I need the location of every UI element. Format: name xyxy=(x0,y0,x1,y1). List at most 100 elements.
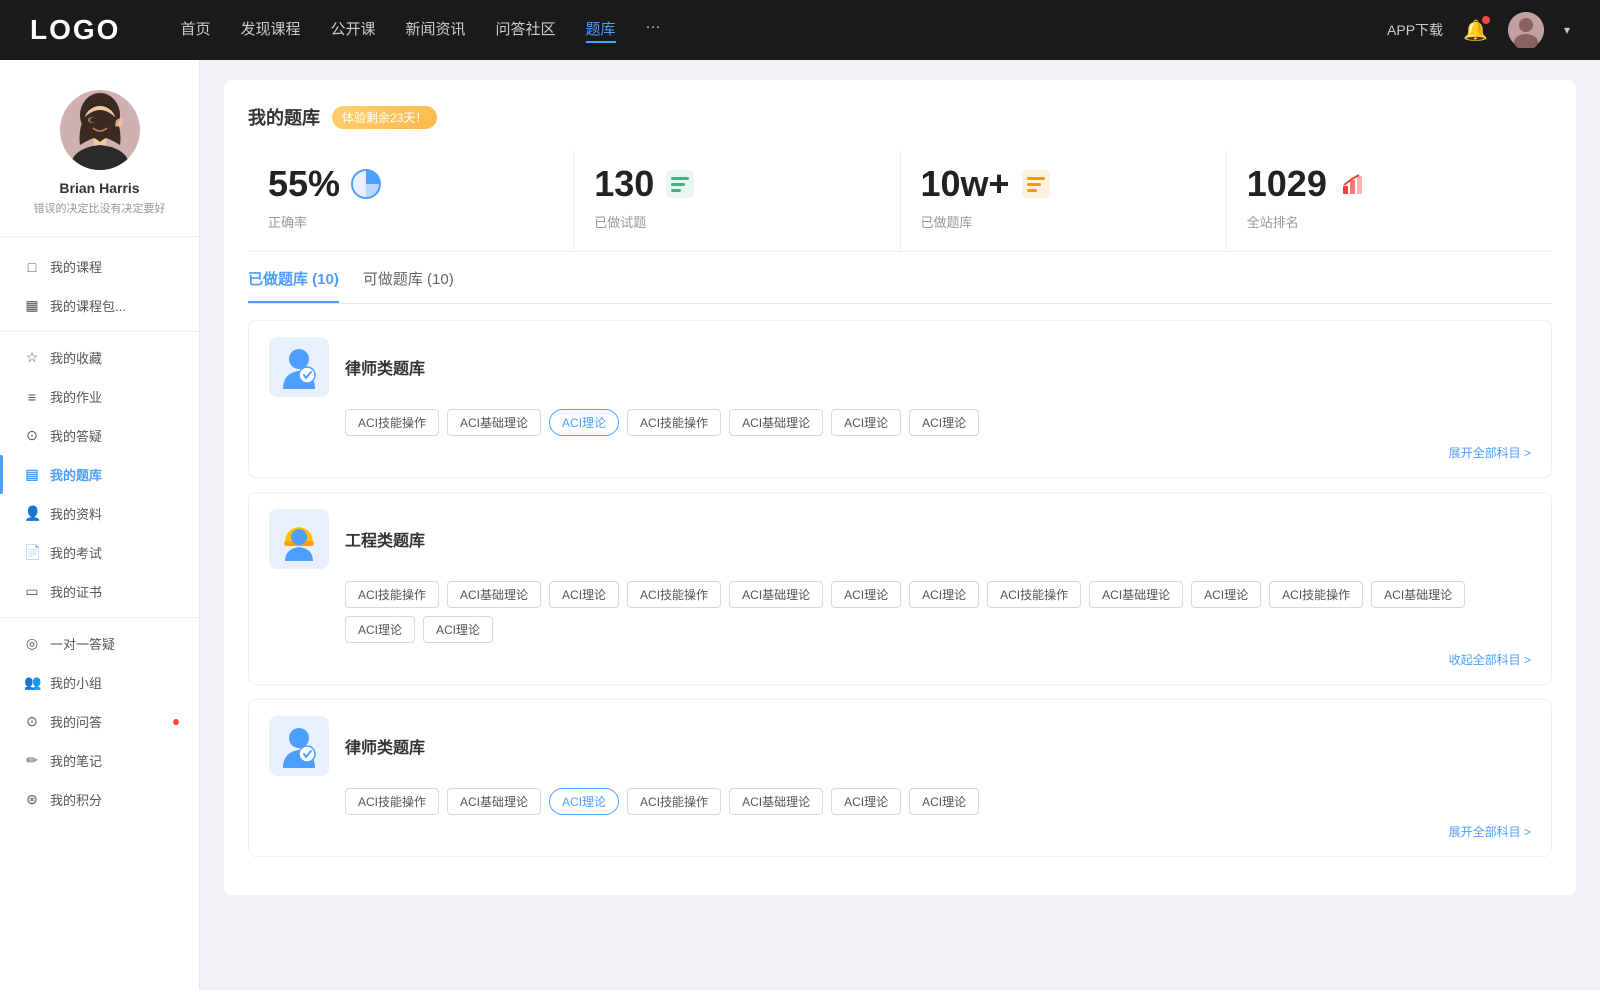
bank-item-2-tags: ACI技能操作 ACI基础理论 ACI理论 ACI技能操作 ACI基础理论 ACI理论 AC… xyxy=(345,581,1531,643)
nav-qa[interactable]: 问答社区 xyxy=(496,18,556,43)
favorites-icon: ☆ xyxy=(24,349,40,366)
bank-tag-1-6[interactable]: ACI理论 xyxy=(909,581,979,608)
main-content: 我的题库 体验剩余23天！ 55% 正确率 xyxy=(200,60,1600,990)
bank-tag-0-0[interactable]: ACI技能操作 xyxy=(345,409,439,436)
sidebar-item-certificate[interactable]: ▭ 我的证书 xyxy=(0,572,199,611)
sidebar-item-group[interactable]: 👥 我的小组 xyxy=(0,663,199,702)
nav-discover[interactable]: 发现课程 xyxy=(240,18,300,43)
sidebar-label-courses: 我的课程 xyxy=(50,257,102,276)
tab-available[interactable]: 可做题库 (10) xyxy=(363,268,454,303)
bank-tag-1-11[interactable]: ACI基础理论 xyxy=(1371,581,1465,608)
nav-news[interactable]: 新闻资讯 xyxy=(406,18,466,43)
bank-tag-2-1[interactable]: ACI基础理论 xyxy=(447,788,541,815)
bank-tag-1-10[interactable]: ACI技能操作 xyxy=(1269,581,1363,608)
bank-tag-1-13[interactable]: ACI理论 xyxy=(423,616,493,643)
nav-open-course[interactable]: 公开课 xyxy=(330,18,375,43)
sidebar-label-bank: 我的题库 xyxy=(50,465,102,484)
bank-tag-1-2[interactable]: ACI理论 xyxy=(549,581,619,608)
bank-tag-1-4[interactable]: ACI基础理论 xyxy=(729,581,823,608)
nav-more[interactable]: ··· xyxy=(646,18,661,43)
user-dropdown-icon[interactable]: ▾ xyxy=(1564,23,1570,37)
bank-item-1-title: 律师类题库 xyxy=(345,355,425,379)
profile-icon: 👤 xyxy=(24,505,40,522)
sidebar-item-profile[interactable]: 👤 我的资料 xyxy=(0,494,199,533)
stat-banks-done: 10w+ 已做题库 xyxy=(901,150,1227,251)
group-icon: 👥 xyxy=(24,674,40,691)
avatar-image xyxy=(1508,12,1544,48)
bank-tag-0-6[interactable]: ACI理论 xyxy=(909,409,979,436)
sidebar-item-exam[interactable]: 📄 我的考试 xyxy=(0,533,199,572)
sidebar-item-points[interactable]: ⊛ 我的积分 xyxy=(0,780,199,819)
bank-item-3-tags: ACI技能操作 ACI基础理论 ACI理论 ACI技能操作 ACI基础理论 ACI理论 AC… xyxy=(345,788,1531,815)
bank-tag-1-7[interactable]: ACI技能操作 xyxy=(987,581,1081,608)
qa-icon: ⊙ xyxy=(24,427,40,444)
profile-avatar-image xyxy=(60,90,140,170)
bank-item-2-expand[interactable]: 收起全部科目 > xyxy=(269,651,1531,668)
navbar: LOGO 首页 发现课程 公开课 新闻资讯 问答社区 题库 ··· APP下载 … xyxy=(0,0,1600,60)
bank-tag-2-3[interactable]: ACI技能操作 xyxy=(627,788,721,815)
sidebar-item-questions[interactable]: ⊙ 我的问答 xyxy=(0,702,199,741)
bank-item-1-tags: ACI技能操作 ACI基础理论 ACI理论 ACI技能操作 ACI基础理论 ACI理论 AC… xyxy=(345,409,1531,436)
sidebar-item-bank[interactable]: ▤ 我的题库 xyxy=(0,455,199,494)
stat-correct-value: 55% xyxy=(268,166,340,202)
sidebar-label-course-packages: 我的课程包... xyxy=(50,296,126,315)
lawyer-icon xyxy=(277,345,321,389)
nav-bank[interactable]: 题库 xyxy=(586,18,616,43)
sidebar-item-homework[interactable]: ≡ 我的作业 xyxy=(0,377,199,416)
bank-tag-0-5[interactable]: ACI理论 xyxy=(831,409,901,436)
nav-home[interactable]: 首页 xyxy=(180,18,210,43)
bank-tag-0-2[interactable]: ACI理论 xyxy=(549,409,619,436)
bank-item-1-expand[interactable]: 展开全部科目 > xyxy=(269,444,1531,461)
bank-tag-2-4[interactable]: ACI基础理论 xyxy=(729,788,823,815)
bank-tag-2-2[interactable]: ACI理论 xyxy=(549,788,619,815)
tab-done[interactable]: 已做题库 (10) xyxy=(248,268,339,303)
bank-item-3-expand[interactable]: 展开全部科目 > xyxy=(269,823,1531,840)
bank-tag-1-5[interactable]: ACI理论 xyxy=(831,581,901,608)
notification-bell[interactable]: 🔔 xyxy=(1463,18,1488,43)
stat-correct-rate: 55% 正确率 xyxy=(248,150,574,251)
pie-chart-icon xyxy=(350,168,382,200)
trial-badge: 体验剩余23天！ xyxy=(332,106,437,129)
bank-tag-0-4[interactable]: ACI基础理论 xyxy=(729,409,823,436)
sidebar-item-qa[interactable]: ⊙ 我的答疑 xyxy=(0,416,199,455)
bank-item-2-title: 工程类题库 xyxy=(345,527,425,551)
bank-tag-1-1[interactable]: ACI基础理论 xyxy=(447,581,541,608)
bank-tag-1-9[interactable]: ACI理论 xyxy=(1191,581,1261,608)
bank-card: 我的题库 体验剩余23天！ 55% 正确率 xyxy=(224,80,1576,895)
bank-tag-2-0[interactable]: ACI技能操作 xyxy=(345,788,439,815)
app-download-link[interactable]: APP下载 xyxy=(1387,20,1443,40)
bank-tag-0-1[interactable]: ACI基础理论 xyxy=(447,409,541,436)
sidebar-menu: □ 我的课程 ▦ 我的课程包... ☆ 我的收藏 ≡ 我的作业 ⊙ 我的答疑 ▤ xyxy=(0,237,199,829)
logo[interactable]: LOGO xyxy=(30,14,120,46)
nav-links: 首页 发现课程 公开课 新闻资讯 问答社区 题库 ··· xyxy=(180,18,1387,43)
sidebar-label-profile: 我的资料 xyxy=(50,504,102,523)
stat-rank-top: 1029 xyxy=(1247,166,1532,202)
sidebar-label-qa: 我的答疑 xyxy=(50,426,102,445)
sidebar-item-favorites[interactable]: ☆ 我的收藏 xyxy=(0,338,199,377)
stat-problems-top: 130 xyxy=(594,166,879,202)
user-avatar[interactable] xyxy=(1508,12,1544,48)
sidebar-label-questions: 我的问答 xyxy=(50,712,102,731)
sidebar-item-courses[interactable]: □ 我的课程 xyxy=(0,247,199,286)
bank-tag-2-5[interactable]: ACI理论 xyxy=(831,788,901,815)
bank-tag-0-3[interactable]: ACI技能操作 xyxy=(627,409,721,436)
stat-problems-value: 130 xyxy=(594,166,654,202)
sidebar-item-course-packages[interactable]: ▦ 我的课程包... xyxy=(0,286,199,325)
questions-notification-dot xyxy=(173,719,179,725)
bank-item-engineer: 工程类题库 ACI技能操作ACI基础理论ACI理论ACI技能操作ACI基础理论A… xyxy=(248,492,1552,685)
bank-tag-1-0[interactable]: ACI技能操作 xyxy=(345,581,439,608)
bank-tabs: 已做题库 (10) 可做题库 (10) xyxy=(248,252,1552,304)
stat-rank-value: 1029 xyxy=(1247,166,1327,202)
sidebar-divider-1 xyxy=(0,331,199,332)
main-layout: Brian Harris 错误的决定比没有决定要好 □ 我的课程 ▦ 我的课程包… xyxy=(0,60,1600,990)
bank-tag-1-3[interactable]: ACI技能操作 xyxy=(627,581,721,608)
bank-tag-2-6[interactable]: ACI理论 xyxy=(909,788,979,815)
sidebar-label-group: 我的小组 xyxy=(50,673,102,692)
sidebar-item-one-on-one[interactable]: ◎ 一对一答疑 xyxy=(0,624,199,663)
bank-tag-1-12[interactable]: ACI理论 xyxy=(345,616,415,643)
bank-item-1-icon xyxy=(269,337,329,397)
bank-tag-1-8[interactable]: ACI基础理论 xyxy=(1089,581,1183,608)
sidebar-item-notes[interactable]: ✏ 我的笔记 xyxy=(0,741,199,780)
sidebar-label-certificate: 我的证书 xyxy=(50,582,102,601)
homework-icon: ≡ xyxy=(24,389,40,405)
